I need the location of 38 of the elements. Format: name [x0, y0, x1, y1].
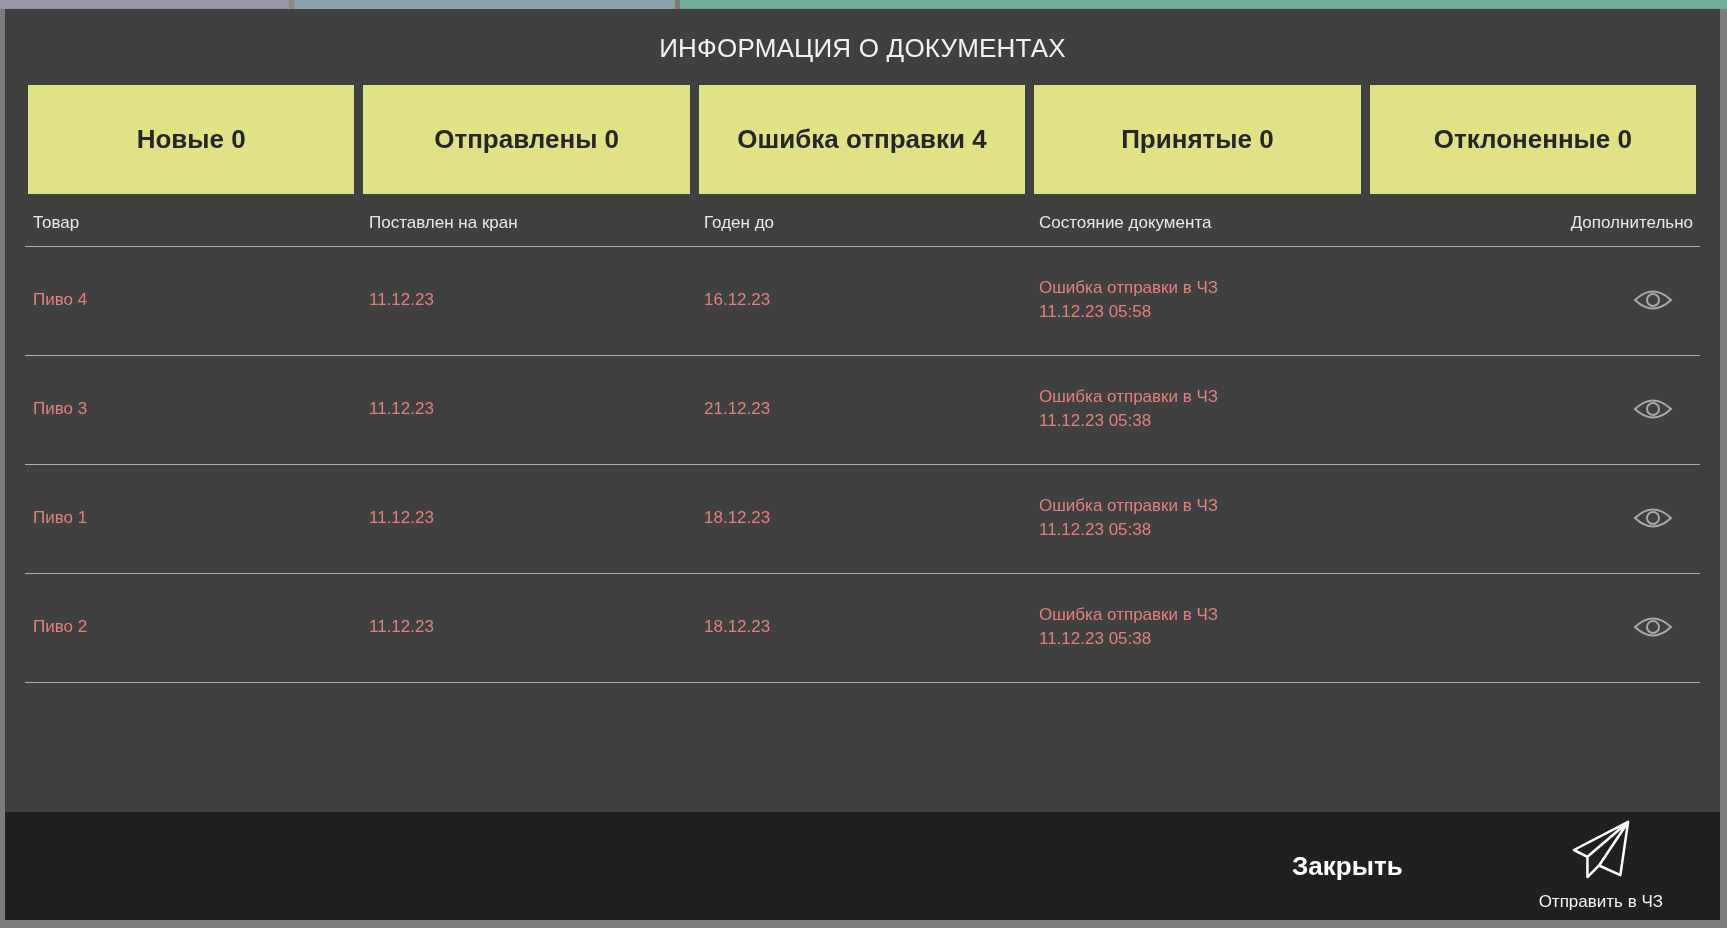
table-cell: 16.12.23	[704, 289, 771, 311]
column-header: Состояние документа	[1031, 194, 1360, 247]
close-button[interactable]: Закрыть	[1256, 840, 1439, 892]
table-cell: 11.12.23	[369, 507, 434, 529]
status-text: Ошибка отправки в ЧЗ	[1039, 386, 1219, 408]
table-cell: 18.12.23	[704, 507, 771, 529]
status-tile[interactable]: Отклоненные 0	[1369, 85, 1697, 194]
dialog-title: ИНФОРМАЦИЯ О ДОКУМЕНТАХ	[658, 31, 1067, 65]
status-tile[interactable]: Отправлены 0	[363, 85, 690, 194]
eye-icon[interactable]	[1633, 506, 1673, 530]
eye-icon[interactable]	[1633, 288, 1673, 312]
table-cell: 18.12.23	[704, 616, 771, 638]
status-time: 11.12.23 05:38	[1039, 628, 1153, 650]
status-text: Ошибка отправки в ЧЗ	[1039, 277, 1219, 299]
status-time: 11.12.23 05:38	[1039, 519, 1153, 541]
column-header: Годен до	[696, 194, 1031, 247]
paper-plane-icon	[1570, 820, 1631, 880]
column-header: Дополнительно	[1360, 194, 1700, 247]
table-cell: 21.12.23	[704, 398, 771, 420]
table-cell: 11.12.23	[369, 398, 434, 420]
eye-icon[interactable]	[1633, 615, 1673, 639]
status-tile[interactable]: Новые 0	[28, 85, 355, 194]
status-text: Ошибка отправки в ЧЗ	[1039, 495, 1219, 517]
column-header: Товар	[25, 194, 361, 247]
table-cell: Пиво 1	[33, 507, 88, 529]
status-time: 11.12.23 05:58	[1039, 301, 1153, 323]
status-text: Ошибка отправки в ЧЗ	[1039, 604, 1219, 626]
status-tile[interactable]: Принятые 0	[1034, 85, 1361, 194]
table-cell: Пиво 4	[33, 289, 88, 311]
table-cell: Пиво 2	[33, 616, 88, 638]
table-cell: 11.12.23	[369, 616, 434, 638]
column-header: Поставлен на кран	[361, 194, 696, 247]
eye-icon[interactable]	[1633, 397, 1673, 421]
table-cell: 11.12.23	[369, 289, 434, 311]
send-button[interactable]: Отправить в ЧЗ	[1534, 812, 1667, 920]
status-tile[interactable]: Ошибка отправки 4	[698, 85, 1026, 194]
table-cell: Пиво 3	[33, 398, 88, 420]
status-time: 11.12.23 05:38	[1039, 410, 1153, 432]
